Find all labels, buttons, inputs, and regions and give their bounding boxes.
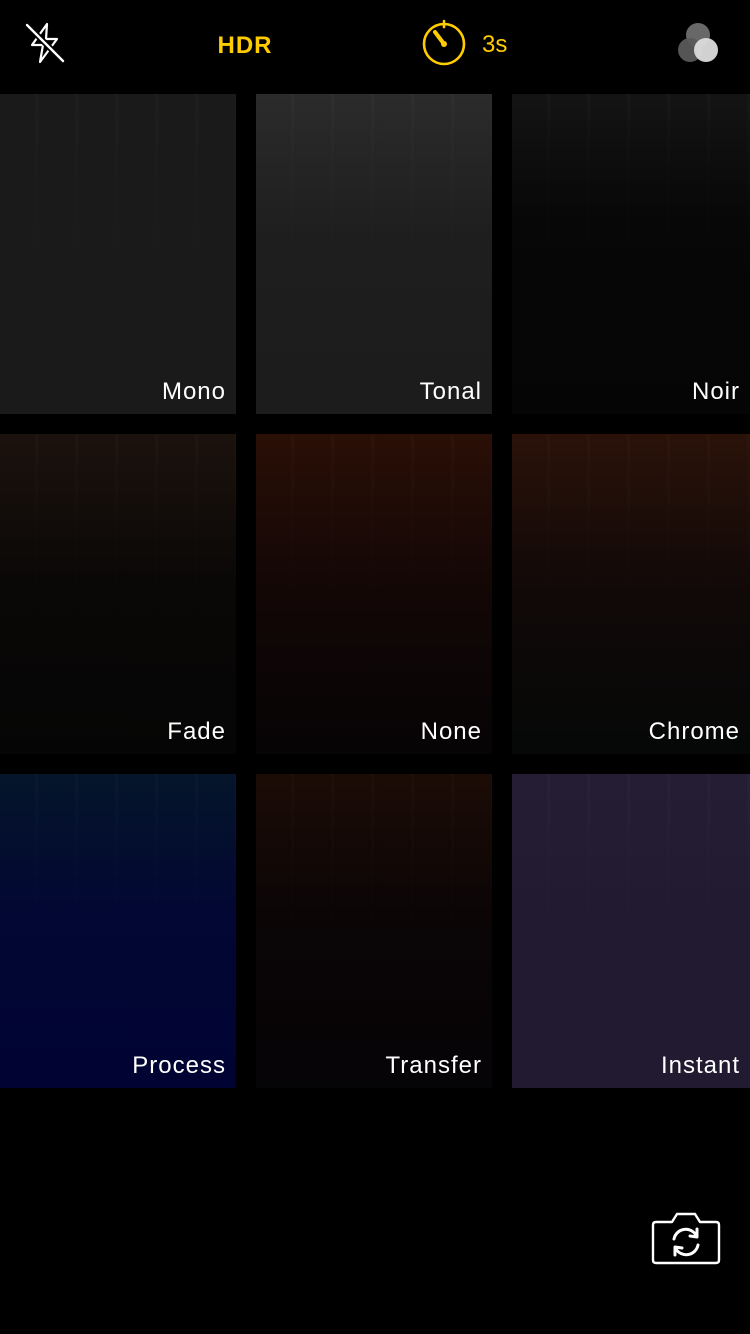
filter-tile-transfer[interactable]: Transfer <box>256 774 492 1088</box>
filter-label: Transfer <box>385 1052 482 1079</box>
filter-label: Chrome <box>648 718 740 745</box>
filters-icon <box>673 19 723 74</box>
flash-off-button[interactable] <box>20 20 70 70</box>
filter-label: Tonal <box>419 378 482 405</box>
filter-grid: Mono Tonal Noir Fade None Chrome Process… <box>0 94 750 1088</box>
filter-label: Fade <box>167 718 226 745</box>
timer-icon <box>418 17 470 74</box>
filter-tile-mono[interactable]: Mono <box>0 94 236 414</box>
filter-preview <box>512 774 750 1088</box>
filter-preview <box>256 434 492 754</box>
hdr-button[interactable]: HDR <box>205 26 285 66</box>
timer-button[interactable]: 3s <box>418 18 528 72</box>
filter-preview <box>256 774 492 1088</box>
flash-off-icon <box>23 21 67 70</box>
filter-preview <box>0 94 236 414</box>
filter-tile-noir[interactable]: Noir <box>512 94 750 414</box>
filter-tile-instant[interactable]: Instant <box>512 774 750 1088</box>
filter-tile-none[interactable]: None <box>256 434 492 754</box>
filter-tile-process[interactable]: Process <box>0 774 236 1088</box>
filters-button[interactable] <box>670 18 726 74</box>
switch-camera-button[interactable] <box>650 1210 722 1266</box>
filter-label: None <box>420 718 482 745</box>
filter-tile-tonal[interactable]: Tonal <box>256 94 492 414</box>
filter-tile-chrome[interactable]: Chrome <box>512 434 750 754</box>
filter-preview <box>512 434 750 754</box>
filter-preview <box>256 94 492 414</box>
filter-preview <box>0 774 236 1088</box>
camera-top-bar: HDR 3s <box>0 0 750 90</box>
filter-preview <box>512 94 750 414</box>
switch-camera-icon <box>650 1212 722 1270</box>
timer-value: 3s <box>482 31 508 58</box>
filter-label: Noir <box>691 378 740 405</box>
filter-label: Mono <box>161 378 226 405</box>
filter-tile-fade[interactable]: Fade <box>0 434 236 754</box>
filter-label: Process <box>132 1052 226 1079</box>
filter-label: Instant <box>660 1052 740 1079</box>
filter-preview <box>0 434 236 754</box>
